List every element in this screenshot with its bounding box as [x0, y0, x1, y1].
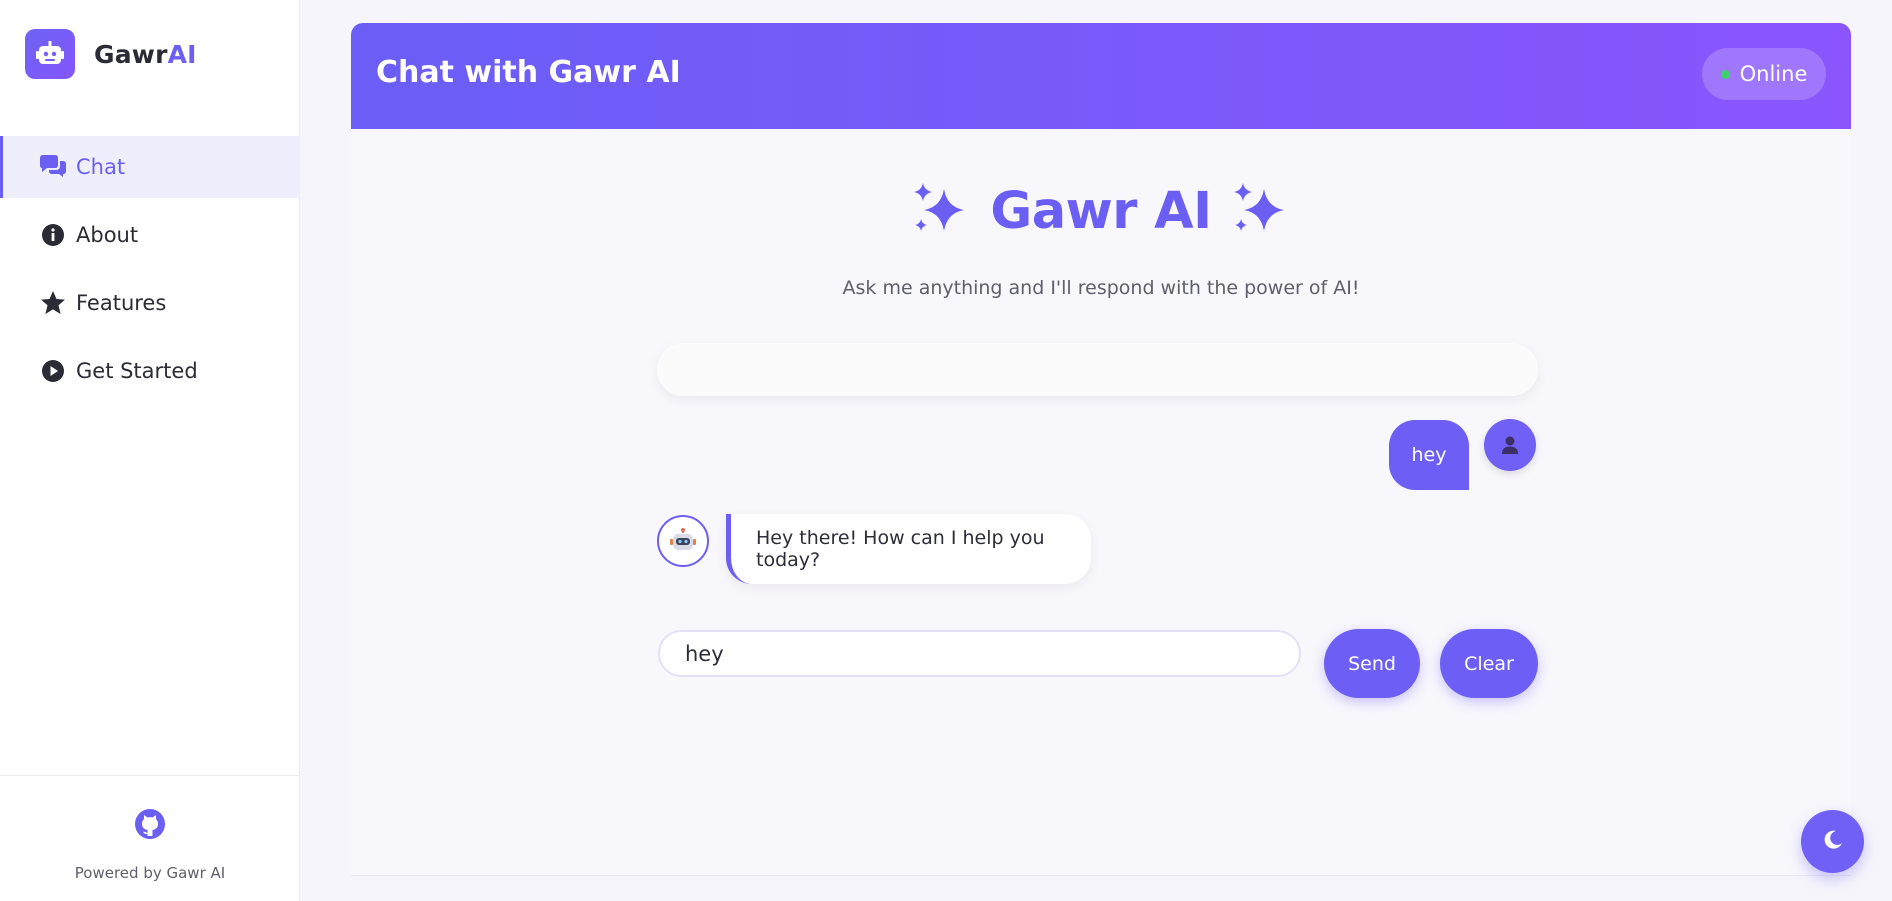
info-circle-icon — [38, 220, 68, 250]
status-badge: Online — [1702, 48, 1826, 100]
moon-icon — [1823, 830, 1843, 854]
status-label: Online — [1739, 62, 1808, 86]
brand[interactable]: GawrAI — [25, 29, 197, 79]
sparkles-icon — [1232, 182, 1290, 241]
powered-by-text: Powered by Gawr AI — [74, 864, 226, 882]
sidebar-item-label: Chat — [76, 155, 126, 179]
sidebar-footer: Powered by Gawr AI — [0, 775, 300, 901]
sparkles-icon — [912, 182, 970, 241]
chat-header: Chat with Gawr AI Online — [351, 23, 1851, 129]
github-icon[interactable] — [135, 809, 165, 839]
star-icon — [38, 288, 68, 318]
user-avatar-icon — [1484, 419, 1536, 471]
sidebar-item-features[interactable]: Features — [0, 272, 300, 334]
subtitle: Ask me anything and I'll respond with th… — [842, 277, 1360, 299]
clear-button[interactable]: Clear — [1440, 629, 1538, 698]
page-title: Chat with Gawr AI — [376, 55, 681, 90]
chat-panel: Gawr AI Ask me anything and I'll respond… — [351, 129, 1851, 876]
sidebar-item-label: Get Started — [76, 359, 198, 383]
sidebar: GawrAI Chat About Features Get Started P… — [0, 0, 300, 901]
chat-bubbles-icon — [38, 152, 68, 182]
user-message-bubble: hey — [1389, 420, 1469, 490]
sidebar-item-about[interactable]: About — [0, 204, 300, 266]
sidebar-item-label: Features — [76, 291, 167, 315]
chat-input[interactable] — [658, 630, 1301, 677]
hero-title: Gawr AI — [990, 182, 1212, 241]
hero: Gawr AI — [351, 182, 1851, 241]
bot-message-bubble: Hey there! How can I help you today? — [726, 514, 1091, 584]
robot-logo-icon — [25, 29, 75, 79]
sidebar-item-get-started[interactable]: Get Started — [0, 340, 300, 402]
brand-name: GawrAI — [94, 39, 197, 69]
sidebar-item-label: About — [76, 223, 139, 247]
bot-avatar-icon — [657, 515, 709, 567]
sidebar-item-chat[interactable]: Chat — [0, 136, 300, 198]
empty-message-box — [657, 343, 1538, 396]
play-circle-icon — [38, 356, 68, 386]
sidebar-nav: Chat About Features Get Started — [0, 136, 300, 408]
status-dot — [1720, 69, 1730, 79]
dark-mode-toggle[interactable] — [1801, 810, 1864, 873]
send-button[interactable]: Send — [1324, 629, 1420, 698]
